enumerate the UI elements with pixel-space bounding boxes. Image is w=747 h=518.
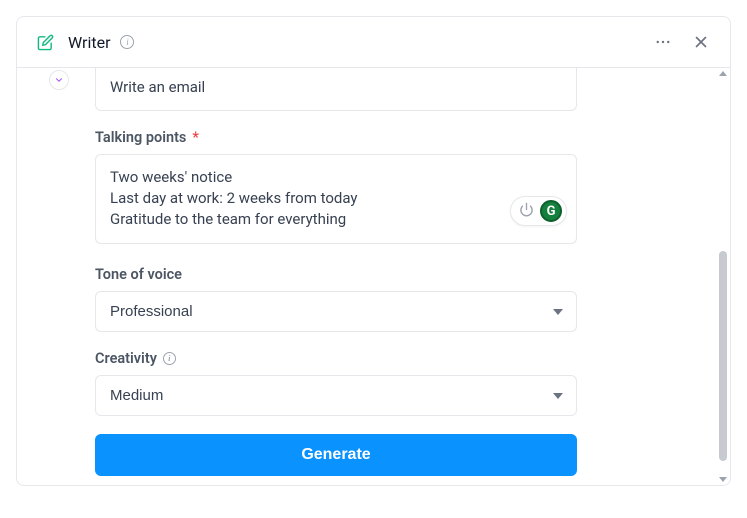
content-area: Write an email Talking points * G Tone o… [17,68,730,485]
tone-select[interactable]: Professional [95,291,577,332]
header-right [650,29,714,55]
header-left: Writer i [33,30,640,55]
generate-button[interactable]: Generate [95,434,577,476]
scroll-thumb[interactable] [719,251,727,461]
writer-panel: Writer i Write an email Talking points [16,16,731,486]
required-marker: * [192,129,199,146]
creativity-select-wrap: Medium [95,375,577,416]
info-icon[interactable]: i [120,35,134,49]
panel-header: Writer i [17,17,730,67]
tone-select-wrap: Professional [95,291,577,332]
panel-title: Writer [68,33,110,52]
creativity-info-icon[interactable]: i [163,352,176,365]
step-indicator [49,70,69,90]
power-icon [519,202,534,221]
talking-points-label: Talking points * [95,129,577,146]
creativity-label: Creativity i [95,350,577,367]
edit-icon [33,30,58,55]
more-button[interactable] [650,29,676,55]
creativity-select[interactable]: Medium [95,375,577,416]
close-button[interactable] [688,29,714,55]
scroll-up-icon[interactable] [719,71,727,76]
tone-label: Tone of voice [95,266,577,283]
left-gutter [17,68,95,485]
grammarly-badge: G [540,200,562,222]
email-type-box[interactable]: Write an email [95,68,577,111]
talking-points-wrap: G [95,154,577,248]
scroll-down-icon[interactable] [719,477,727,482]
email-type-label: Write an email [110,78,562,96]
talking-points-input[interactable] [95,154,577,244]
scrollbar[interactable] [717,71,727,482]
grammarly-widget[interactable]: G [510,196,567,226]
form-area: Write an email Talking points * G Tone o… [95,68,595,485]
